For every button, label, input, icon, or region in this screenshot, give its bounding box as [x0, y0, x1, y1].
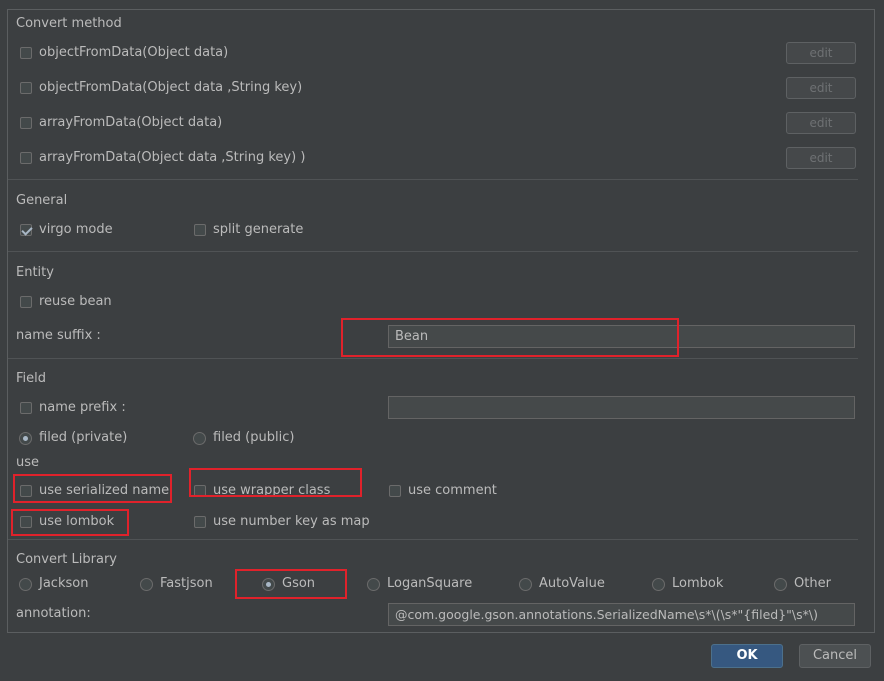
- filed-private-radio[interactable]: [19, 432, 32, 445]
- lombok-radio[interactable]: [652, 578, 665, 591]
- filed-public-radio[interactable]: [193, 432, 206, 445]
- lombok-label: Lombok: [672, 576, 724, 591]
- name-prefix-label: name prefix :: [39, 400, 126, 415]
- convert-method-title: Convert method: [16, 16, 122, 31]
- filed-public-label: filed (public): [213, 430, 295, 445]
- object-from-data-edit-button[interactable]: edit: [786, 42, 856, 64]
- object-from-data-key-edit-button[interactable]: edit: [786, 77, 856, 99]
- jackson-radio[interactable]: [19, 578, 32, 591]
- jackson-label: Jackson: [39, 576, 89, 591]
- general-title: General: [16, 193, 68, 208]
- array-from-data-label: arrayFromData(Object data): [39, 115, 223, 130]
- other-radio[interactable]: [774, 578, 787, 591]
- use-comment-label: use comment: [408, 483, 497, 498]
- virgo-mode-checkbox[interactable]: [20, 224, 32, 236]
- array-from-data-checkbox[interactable]: [20, 117, 32, 129]
- use-number-key-as-map-checkbox[interactable]: [194, 516, 206, 528]
- reuse-bean-checkbox[interactable]: [20, 296, 32, 308]
- use-number-key-as-map-label: use number key as map: [213, 514, 370, 529]
- auto-value-radio[interactable]: [519, 578, 532, 591]
- highlight-box: [13, 474, 172, 503]
- separator: [8, 179, 858, 180]
- array-from-data-key-label: arrayFromData(Object data ,String key) ): [39, 150, 306, 165]
- convert-library-title: Convert Library: [16, 552, 117, 567]
- separator: [8, 251, 858, 252]
- name-prefix-checkbox[interactable]: [20, 402, 32, 414]
- use-comment-checkbox[interactable]: [389, 485, 401, 497]
- annotation-label: annotation:: [16, 606, 91, 621]
- reuse-bean-label: reuse bean: [39, 294, 112, 309]
- cancel-button[interactable]: Cancel: [799, 644, 871, 668]
- highlight-box: [189, 468, 362, 497]
- object-from-data-key-label: objectFromData(Object data ,String key): [39, 80, 303, 95]
- split-generate-checkbox[interactable]: [194, 224, 206, 236]
- use-subtitle: use: [16, 455, 40, 470]
- separator: [8, 539, 858, 540]
- separator: [8, 358, 858, 359]
- logan-square-radio[interactable]: [367, 578, 380, 591]
- name-suffix-label: name suffix :: [16, 328, 101, 343]
- highlight-box: [235, 569, 347, 599]
- virgo-mode-label: virgo mode: [39, 222, 113, 237]
- array-from-data-key-edit-button[interactable]: edit: [786, 147, 856, 169]
- array-from-data-edit-button[interactable]: edit: [786, 112, 856, 134]
- fastjson-label: Fastjson: [160, 576, 213, 591]
- field-title: Field: [16, 371, 47, 386]
- other-label: Other: [794, 576, 831, 591]
- highlight-box: [11, 509, 129, 536]
- auto-value-label: AutoValue: [539, 576, 605, 591]
- object-from-data-label: objectFromData(Object data): [39, 45, 229, 60]
- highlight-box: [341, 318, 679, 357]
- object-from-data-checkbox[interactable]: [20, 47, 32, 59]
- ok-button[interactable]: OK: [711, 644, 783, 668]
- entity-title: Entity: [16, 265, 54, 280]
- fastjson-radio[interactable]: [140, 578, 153, 591]
- array-from-data-key-checkbox[interactable]: [20, 152, 32, 164]
- split-generate-label: split generate: [213, 222, 304, 237]
- annotation-input[interactable]: @com.google.gson.annotations.SerializedN…: [388, 603, 855, 626]
- name-prefix-input[interactable]: [388, 396, 855, 419]
- logan-square-label: LoganSquare: [387, 576, 473, 591]
- object-from-data-key-checkbox[interactable]: [20, 82, 32, 94]
- filed-private-label: filed (private): [39, 430, 128, 445]
